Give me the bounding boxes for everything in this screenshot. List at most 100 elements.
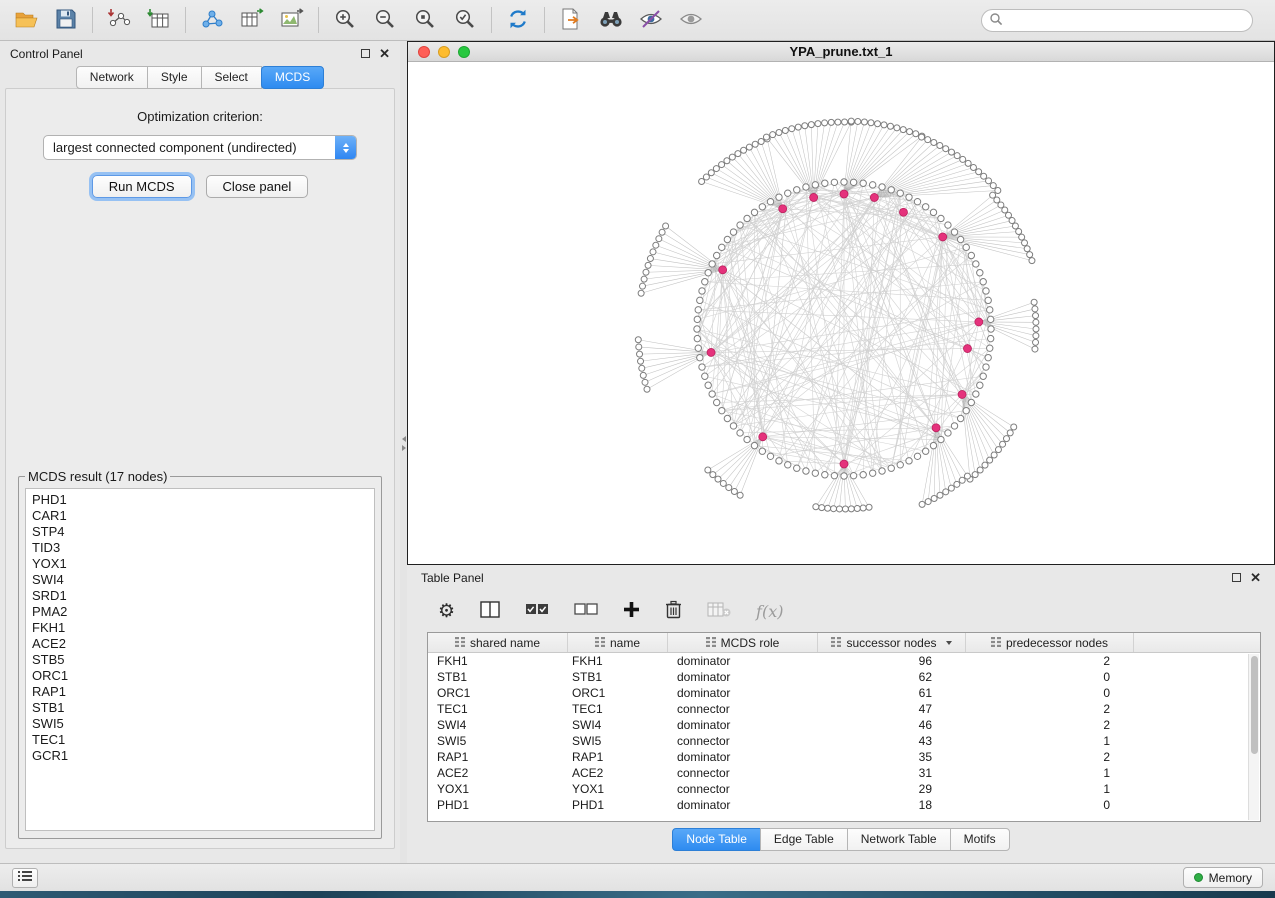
apply-layout-button[interactable] xyxy=(498,3,538,37)
window-maximize-light[interactable] xyxy=(458,46,470,58)
task-history-button[interactable] xyxy=(12,868,38,888)
table-cell: SWI5 xyxy=(428,734,568,748)
search-network-button[interactable] xyxy=(591,3,631,37)
table-row[interactable]: YOX1YOX1connector291 xyxy=(428,781,1260,797)
window-minimize-light[interactable] xyxy=(438,46,450,58)
mcds-result-item[interactable]: YOX1 xyxy=(32,556,374,572)
sort-chevron-icon[interactable] xyxy=(946,641,952,645)
toolbar-divider xyxy=(92,7,93,33)
column-header-MCDS-role[interactable]: MCDS role xyxy=(668,633,818,652)
table-cell: YOX1 xyxy=(428,782,568,796)
mcds-result-item[interactable]: ORC1 xyxy=(32,668,374,684)
table-row[interactable]: STB1STB1dominator620 xyxy=(428,669,1260,685)
table-cell: dominator xyxy=(668,750,818,764)
column-header-predecessor-nodes[interactable]: predecessor nodes xyxy=(966,633,1134,652)
table-row[interactable]: ACE2ACE2connector311 xyxy=(428,765,1260,781)
select-all-columns-icon[interactable] xyxy=(525,602,549,620)
import-table-icon xyxy=(147,8,171,33)
table-row[interactable]: RAP1RAP1dominator352 xyxy=(428,749,1260,765)
table-row[interactable]: FKH1FKH1dominator962 xyxy=(428,653,1260,669)
run-mcds-button[interactable]: Run MCDS xyxy=(92,175,192,198)
delete-column-icon[interactable] xyxy=(665,600,682,622)
network-canvas[interactable] xyxy=(408,62,1274,564)
column-grid-icon xyxy=(706,636,716,650)
network-window-titlebar[interactable]: YPA_prune.txt_1 xyxy=(408,42,1274,62)
table-cell: 0 xyxy=(966,798,1134,812)
mcds-result-item[interactable]: STP4 xyxy=(32,524,374,540)
mcds-result-item[interactable]: TEC1 xyxy=(32,732,374,748)
share-document-button[interactable] xyxy=(551,3,591,37)
mcds-result-item[interactable]: GCR1 xyxy=(32,748,374,764)
float-table-panel-icon[interactable] xyxy=(1232,573,1241,582)
tab-network-table[interactable]: Network Table xyxy=(847,828,951,851)
scrollbar-thumb[interactable] xyxy=(1251,656,1258,754)
main-toolbar xyxy=(0,0,1275,41)
save-session-button[interactable] xyxy=(46,3,86,37)
memory-label: Memory xyxy=(1209,871,1252,885)
float-panel-icon[interactable] xyxy=(361,49,370,58)
show-columns-icon[interactable] xyxy=(480,601,500,621)
import-network-button[interactable] xyxy=(99,3,139,37)
tab-edge-table[interactable]: Edge Table xyxy=(760,828,848,851)
import-table-button[interactable] xyxy=(139,3,179,37)
global-search-field[interactable] xyxy=(981,9,1253,32)
deselect-all-columns-icon[interactable] xyxy=(574,602,598,620)
column-header-shared-name[interactable]: shared name xyxy=(428,633,568,652)
new-network-button[interactable] xyxy=(192,3,232,37)
table-row[interactable]: TEC1TEC1connector472 xyxy=(428,701,1260,717)
close-panel-icon[interactable]: ✕ xyxy=(379,47,390,60)
zoom-out-button[interactable] xyxy=(365,3,405,37)
panel-splitter[interactable] xyxy=(400,41,407,863)
table-cell: RAP1 xyxy=(428,750,568,764)
column-header-successor-nodes[interactable]: successor nodes xyxy=(818,633,966,652)
window-close-light[interactable] xyxy=(418,46,430,58)
mcds-result-list[interactable]: PHD1CAR1STP4TID3YOX1SWI4SRD1PMA2FKH1ACE2… xyxy=(25,488,375,831)
mcds-result-item[interactable]: SWI5 xyxy=(32,716,374,732)
close-table-panel-icon[interactable]: ✕ xyxy=(1250,571,1261,584)
network-graph[interactable] xyxy=(408,62,1274,564)
tab-style[interactable]: Style xyxy=(147,66,202,89)
table-cell: 2 xyxy=(966,702,1134,716)
column-header-name[interactable]: name xyxy=(568,633,668,652)
mcds-result-item[interactable]: PMA2 xyxy=(32,604,374,620)
search-input[interactable] xyxy=(1003,11,1252,29)
mcds-result-item[interactable]: ACE2 xyxy=(32,636,374,652)
splitter-grip-icon[interactable] xyxy=(400,436,407,458)
mcds-result-item[interactable]: STB1 xyxy=(32,700,374,716)
table-row[interactable]: SWI5SWI5connector431 xyxy=(428,733,1260,749)
mcds-result-item[interactable]: RAP1 xyxy=(32,684,374,700)
show-details-button[interactable] xyxy=(671,3,711,37)
mcds-result-item[interactable]: FKH1 xyxy=(32,620,374,636)
mcds-result-item[interactable]: SRD1 xyxy=(32,588,374,604)
zoom-out-icon xyxy=(373,7,397,34)
table-row[interactable]: SWI4SWI4dominator462 xyxy=(428,717,1260,733)
zoom-fit-button[interactable] xyxy=(445,3,485,37)
table-row[interactable]: ORC1ORC1dominator610 xyxy=(428,685,1260,701)
tab-motifs[interactable]: Motifs xyxy=(950,828,1010,851)
export-table-icon xyxy=(240,8,264,33)
open-session-button[interactable] xyxy=(6,3,46,37)
criterion-dropdown[interactable]: largest connected component (undirected) xyxy=(43,135,357,160)
table-settings-gear-icon[interactable]: ⚙ xyxy=(438,602,455,621)
table-bottom-tabs: Node TableEdge TableNetwork TableMotifs xyxy=(407,829,1275,850)
export-image-button[interactable] xyxy=(272,3,312,37)
mcds-result-item[interactable]: PHD1 xyxy=(32,492,374,508)
hide-details-button[interactable] xyxy=(631,3,671,37)
close-panel-button[interactable]: Close panel xyxy=(206,175,309,198)
mcds-result-item[interactable]: SWI4 xyxy=(32,572,374,588)
mcds-result-item[interactable]: TID3 xyxy=(32,540,374,556)
mcds-result-item[interactable]: CAR1 xyxy=(32,508,374,524)
zoom-in-button[interactable] xyxy=(325,3,365,37)
memory-button[interactable]: Memory xyxy=(1183,867,1263,888)
export-table-button[interactable] xyxy=(232,3,272,37)
table-vertical-scrollbar[interactable] xyxy=(1248,654,1259,820)
tab-mcds[interactable]: MCDS xyxy=(261,66,324,89)
table-row[interactable]: PHD1PHD1dominator180 xyxy=(428,797,1260,813)
tab-network[interactable]: Network xyxy=(76,66,148,89)
mcds-result-item[interactable]: STB5 xyxy=(32,652,374,668)
table-cell: 1 xyxy=(966,766,1134,780)
tab-select[interactable]: Select xyxy=(201,66,262,89)
zoom-selected-button[interactable] xyxy=(405,3,445,37)
tab-node-table[interactable]: Node Table xyxy=(672,828,761,851)
add-column-icon[interactable] xyxy=(623,601,640,621)
